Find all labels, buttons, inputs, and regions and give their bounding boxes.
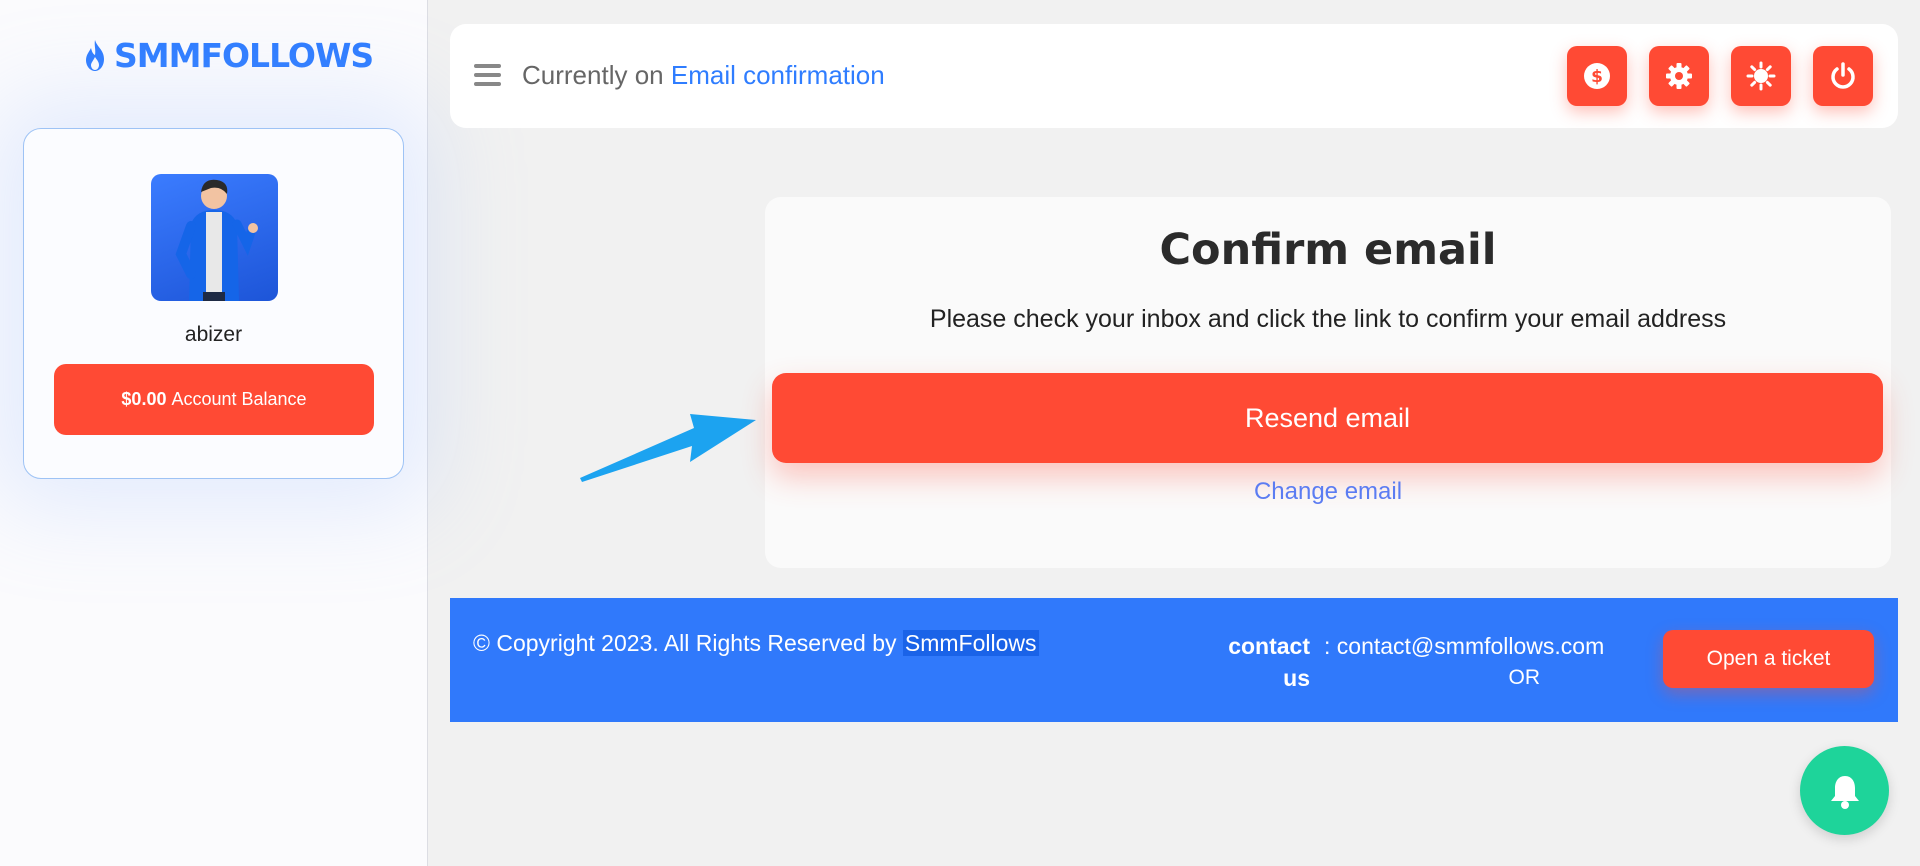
profile-card: abizer $0.00 Account Balance [23, 128, 404, 479]
flame-icon [86, 39, 104, 71]
sun-icon [1746, 61, 1776, 91]
footer: © Copyright 2023. All Rights Reserved by… [450, 598, 1898, 722]
bell-icon [1830, 775, 1859, 809]
theme-button[interactable] [1731, 46, 1791, 106]
username: abizer [184, 323, 243, 346]
logout-button[interactable] [1813, 46, 1873, 106]
svg-text:$: $ [1591, 67, 1603, 87]
open-ticket-button[interactable]: Open a ticket [1663, 630, 1874, 688]
avatar[interactable] [151, 174, 278, 301]
menu-icon[interactable] [474, 64, 501, 86]
or-text: OR [1508, 666, 1541, 689]
breadcrumb-current: Email confirmation [670, 60, 885, 90]
arrow-icon [580, 414, 756, 482]
dollar-icon: $ [1584, 63, 1610, 89]
change-email-link[interactable]: Change email [765, 478, 1891, 506]
gear-icon [1666, 63, 1692, 89]
user-figure-icon [175, 179, 258, 301]
logo-text: SMMFOLLOWS [114, 36, 374, 75]
top-bar: Currently on Email confirmation $ [450, 24, 1898, 128]
resend-email-button[interactable]: Resend email [772, 373, 1883, 463]
power-icon [1831, 62, 1855, 89]
breadcrumb-prefix: Currently on [522, 60, 664, 90]
contact-label-line2: us [1283, 665, 1310, 691]
sidebar: SMMFOLLOWS abizer $0.00 Account Balance [0, 0, 428, 866]
copyright-brand-link[interactable]: SmmFollows [902, 630, 1039, 656]
notification-button[interactable] [1800, 746, 1889, 835]
settings-button[interactable] [1649, 46, 1709, 106]
confirm-message: Please check your inbox and click the li… [929, 305, 1727, 333]
contact-email-link[interactable]: : contact@smmfollows.com [1324, 630, 1604, 662]
contact-label: contact us [1210, 630, 1310, 694]
copyright-text: © Copyright 2023. All Rights Reserved by [473, 630, 897, 656]
funds-button[interactable]: $ [1567, 46, 1627, 106]
contact-label-line1: contact [1228, 633, 1310, 659]
breadcrumb: Currently on Email confirmation [522, 60, 885, 91]
account-balance-button[interactable]: $0.00 Account Balance [54, 364, 374, 435]
balance-label: Account Balance [171, 389, 307, 409]
balance-amount: $0.00 [121, 389, 167, 409]
confirm-email-card: Confirm email Please check your inbox an… [765, 197, 1891, 568]
logo[interactable]: SMMFOLLOWS [80, 36, 374, 75]
copyright: © Copyright 2023. All Rights Reserved by… [473, 630, 1039, 657]
page-title: Confirm email [1159, 225, 1497, 275]
